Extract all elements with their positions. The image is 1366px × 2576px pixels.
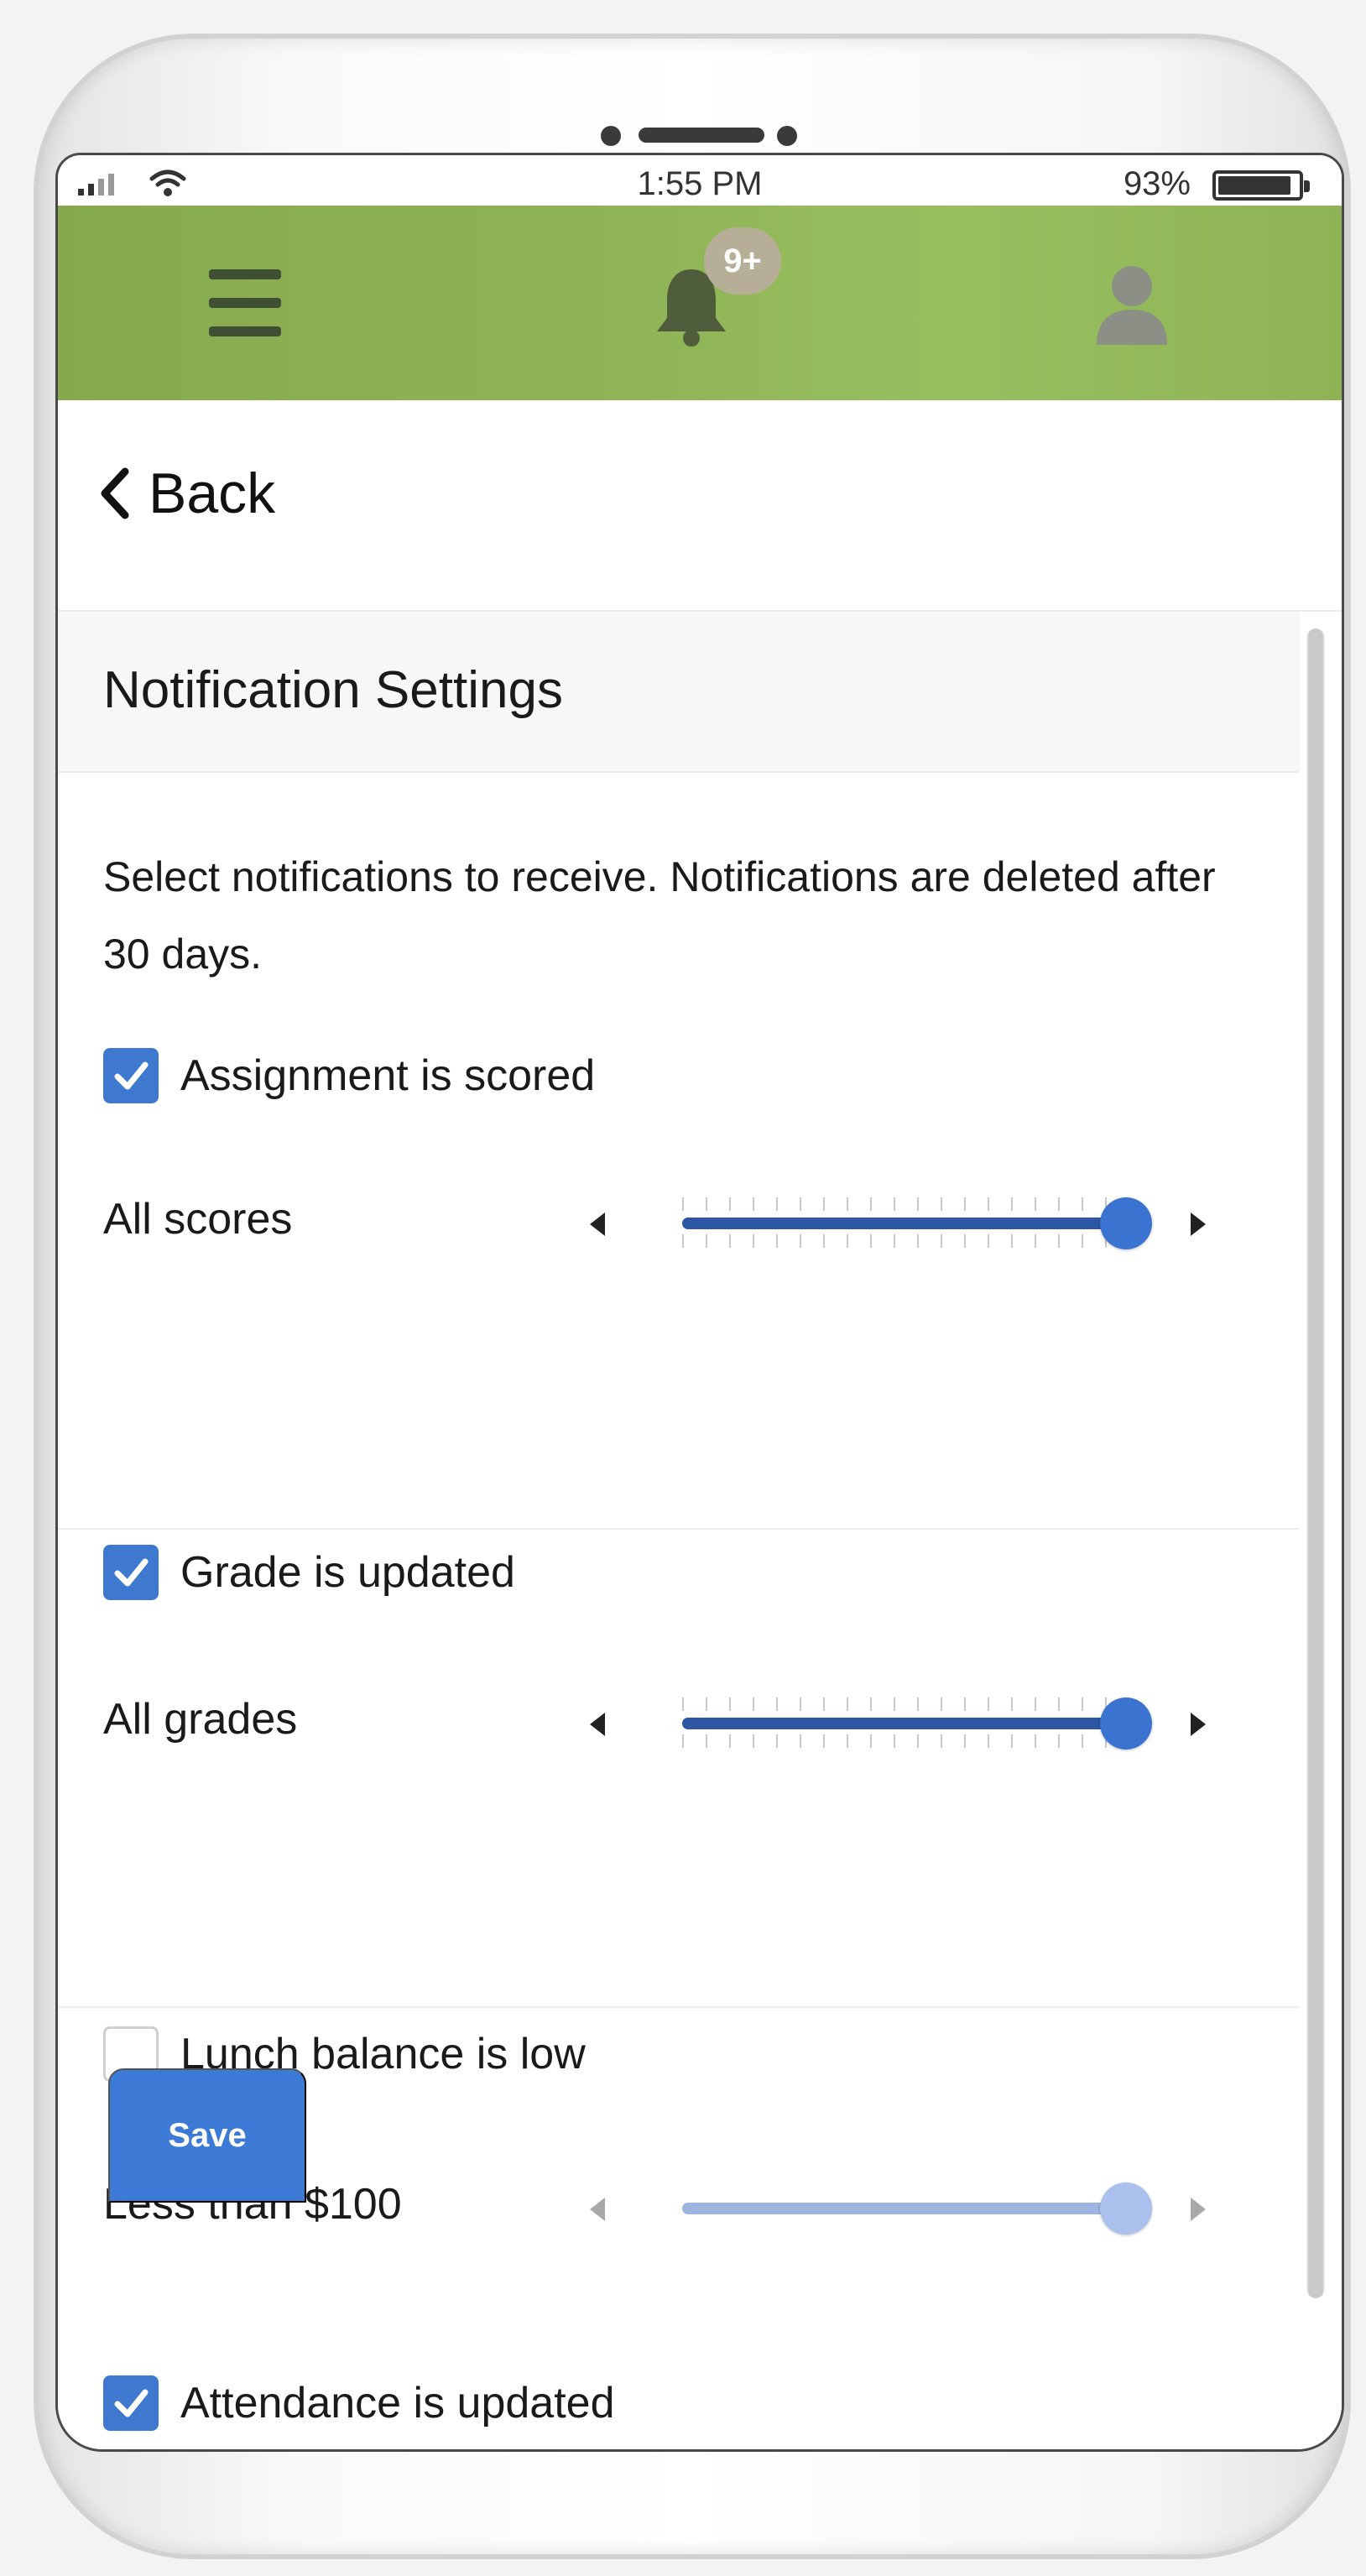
app-header: 9+ [58,206,1342,400]
slider-ticks [682,1197,1127,1211]
slider-thumb[interactable] [1100,2182,1152,2234]
phone-screen: 1:55 PM 93% 9+ Back Notification Setting… [55,153,1344,2452]
checkmark-icon [114,1061,149,1090]
slider-thumb[interactable] [1100,1197,1152,1249]
checkbox-checked[interactable] [103,1048,159,1103]
speaker-grille [639,128,764,143]
scrollbar-thumb[interactable] [1308,628,1323,2298]
back-button[interactable]: Back [98,461,275,526]
checkbox-label: Attendance is updated [180,2379,615,2427]
battery-percent: 93% [1123,165,1191,202]
arrow-left-icon[interactable] [590,1713,605,1736]
camera-dot [601,126,621,146]
page-title: Notification Settings [103,661,563,719]
menu-icon[interactable] [209,269,281,336]
grade-filter-slider: All grades [103,1684,1244,1760]
score-filter-slider: All scores [103,1184,1244,1259]
notification-badge: 9+ [704,227,781,295]
status-bar: 1:55 PM 93% [58,155,1342,206]
arrow-right-icon[interactable] [1191,1713,1206,1736]
checkbox-checked[interactable] [103,2375,159,2431]
arrow-right-icon[interactable] [1191,2198,1206,2221]
user-avatar-icon[interactable] [1090,258,1174,350]
slider-ticks [682,1234,1127,1248]
slider-label: All scores [103,1195,293,1244]
slider-track[interactable] [682,2203,1127,2214]
back-label: Back [149,461,276,525]
slider-track[interactable] [682,1218,1127,1229]
scrollbar[interactable] [1306,628,1325,2298]
arrow-right-icon[interactable] [1191,1212,1206,1236]
checkbox-label: Assignment is scored [180,1051,596,1100]
assignment-scored-checkbox-row[interactable]: Assignment is scored [103,1048,595,1103]
divider [58,2006,1300,2008]
back-bar: Back [58,400,1342,610]
sensor-dot [777,126,797,146]
checkbox-checked[interactable] [103,1545,159,1600]
save-button[interactable]: Save [108,2068,306,2203]
slider-ticks [682,1734,1127,1748]
checkmark-icon [114,1558,149,1587]
divider [58,1528,1300,1530]
arrow-left-icon[interactable] [590,2198,605,2221]
arrow-left-icon[interactable] [590,1212,605,1236]
slider-ticks [682,1697,1127,1711]
chevron-left-icon [101,467,129,519]
slider-label: All grades [103,1695,298,1744]
attendance-updated-checkbox-row[interactable]: Attendance is updated [103,2375,615,2431]
slider-thumb[interactable] [1100,1697,1152,1749]
checkmark-icon [114,2389,149,2417]
checkbox-label: Grade is updated [180,1548,515,1597]
section-header: Notification Settings [58,612,1300,773]
battery-icon [1212,170,1310,201]
intro-text: Select notifications to receive. Notific… [103,853,1216,978]
grade-updated-checkbox-row[interactable]: Grade is updated [103,1545,515,1600]
slider-track[interactable] [682,1718,1127,1729]
